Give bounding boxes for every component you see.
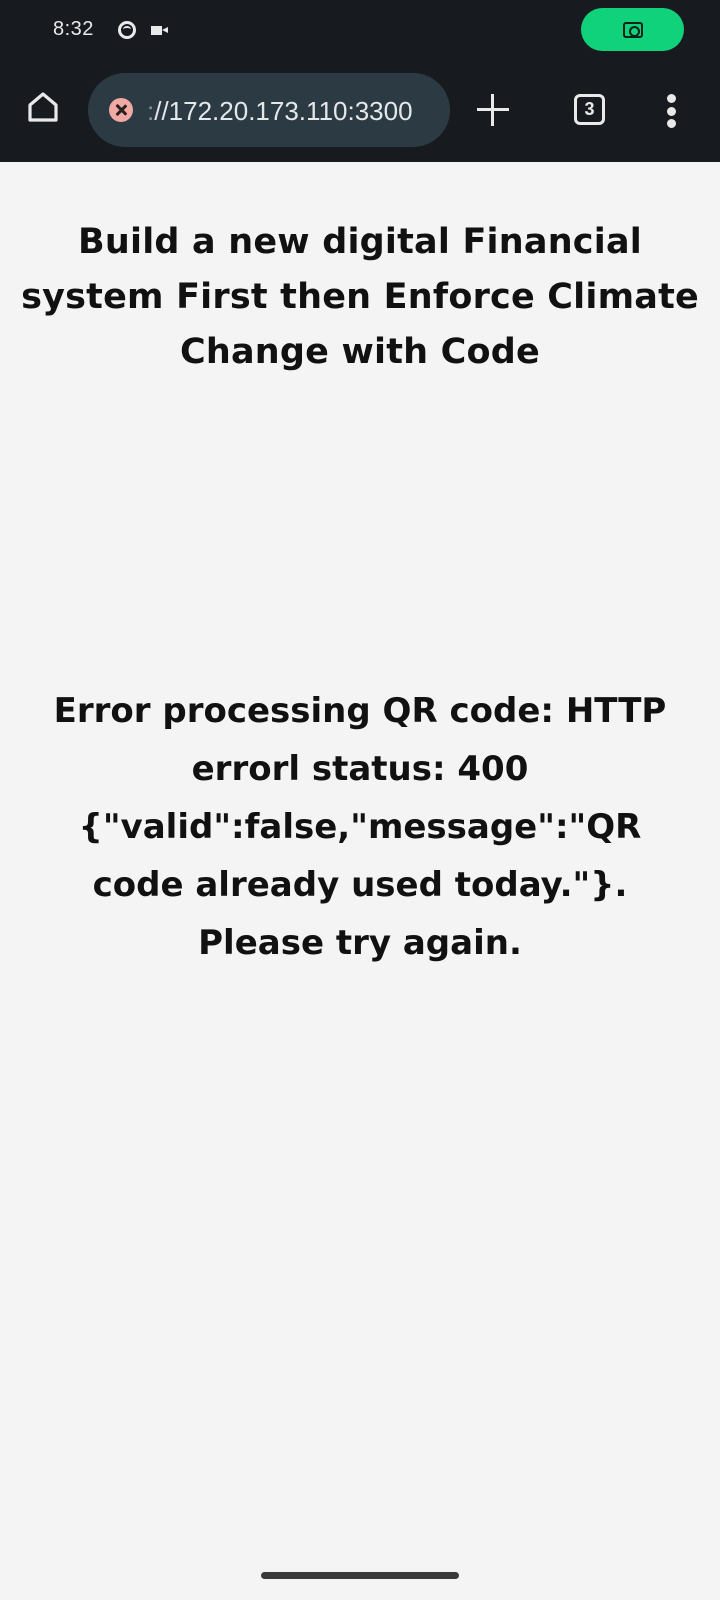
video-record-icon	[151, 26, 168, 35]
camera-icon	[623, 22, 643, 38]
status-bar: 8:32	[0, 0, 720, 64]
status-time: 8:32	[53, 18, 94, 40]
tabs-icon[interactable]: 3	[574, 94, 605, 125]
url-text[interactable]: ://172.20.173.110:3300	[147, 96, 413, 127]
page-headline: Build a new digital Financial system Fir…	[21, 222, 699, 372]
error-message: Error processing QR code: HTTP errorl st…	[53, 691, 667, 963]
home-icon	[28, 92, 58, 122]
home-button[interactable]	[22, 86, 64, 128]
url-address: //172.20.173.110:3300	[154, 96, 413, 126]
url-bar[interactable]: ://172.20.173.110:3300	[88, 73, 450, 147]
more-icon[interactable]	[665, 94, 677, 130]
browser-toolbar: ://172.20.173.110:3300 3	[0, 64, 720, 162]
insecure-icon[interactable]	[109, 98, 133, 122]
circle-icon	[118, 21, 136, 39]
plus-icon[interactable]	[477, 94, 509, 126]
gesture-navigation-bar[interactable]	[261, 1572, 459, 1579]
screenshot-button[interactable]	[581, 8, 684, 51]
